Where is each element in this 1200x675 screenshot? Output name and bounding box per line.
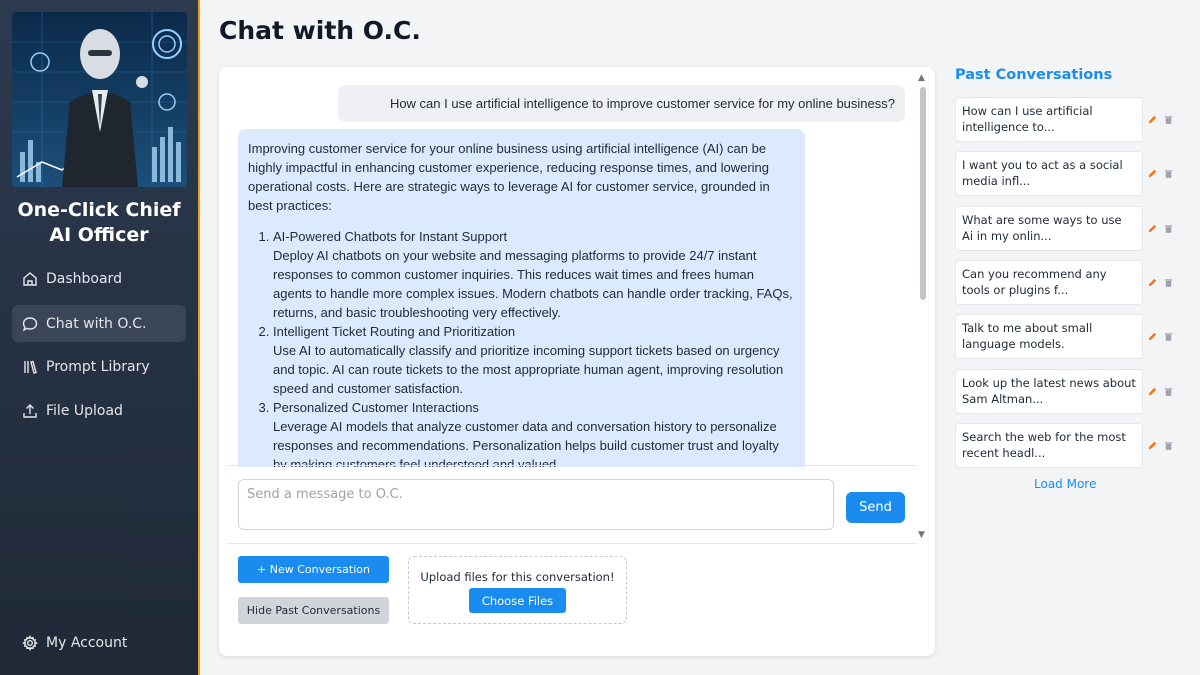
conversation-actions xyxy=(1147,166,1177,180)
my-account-label: My Account xyxy=(46,635,128,651)
past-conversation-item[interactable]: Can you recommend any tools or plugins f… xyxy=(955,260,1143,305)
past-conversation-item[interactable]: Talk to me about small language models. xyxy=(955,314,1143,359)
conversation-actions xyxy=(1147,438,1177,452)
trash-icon[interactable] xyxy=(1163,168,1174,179)
send-button[interactable]: Send xyxy=(846,492,905,523)
divider xyxy=(227,465,917,466)
user-message: How can I use artificial intelligence to… xyxy=(338,85,905,122)
trash-icon[interactable] xyxy=(1163,386,1174,397)
point-title: Personalized Customer Interactions xyxy=(273,400,479,415)
chat-bubble-icon xyxy=(22,316,38,332)
pencil-icon[interactable] xyxy=(1147,277,1158,288)
pencil-icon[interactable] xyxy=(1147,331,1158,342)
scroll-down-arrow-icon[interactable]: ▼ xyxy=(918,530,925,540)
trash-icon[interactable] xyxy=(1163,331,1174,342)
point-body: Leverage AI models that analyze customer… xyxy=(273,419,779,467)
past-conversation-item[interactable]: I want you to act as a social media infl… xyxy=(955,151,1143,196)
assistant-intro: Improving customer service for your onli… xyxy=(248,141,770,213)
choose-files-button[interactable]: Choose Files xyxy=(469,588,566,613)
sidebar: One-Click Chief AI Officer Dashboard Cha… xyxy=(0,0,200,675)
message-input[interactable] xyxy=(238,479,834,530)
pencil-icon[interactable] xyxy=(1147,440,1158,451)
past-conversation-item[interactable]: Look up the latest news about Sam Altman… xyxy=(955,369,1143,414)
brand-line-1: One-Click Chief xyxy=(17,199,181,221)
brand-logo-image xyxy=(12,12,187,187)
home-icon xyxy=(22,271,38,287)
sidebar-item-label: Prompt Library xyxy=(46,358,150,375)
conversation-actions xyxy=(1147,384,1177,398)
past-conversations-title: Past Conversations xyxy=(955,67,1113,83)
hide-past-conversations-button[interactable]: Hide Past Conversations xyxy=(238,597,389,624)
trash-icon[interactable] xyxy=(1163,440,1174,451)
trash-icon[interactable] xyxy=(1163,114,1174,125)
point-title: Intelligent Ticket Routing and Prioritiz… xyxy=(273,324,516,339)
list-item: AI-Powered Chatbots for Instant Support … xyxy=(273,227,795,322)
scroll-up-arrow-icon[interactable]: ▲ xyxy=(918,73,925,83)
sidebar-item-label: Chat with O.C. xyxy=(46,315,147,332)
conversation-actions xyxy=(1147,221,1177,235)
sidebar-item-file-upload[interactable]: File Upload xyxy=(12,392,186,429)
scrollbar-thumb[interactable] xyxy=(920,87,926,300)
load-more-link[interactable]: Load More xyxy=(1034,477,1096,491)
sidebar-item-chat[interactable]: Chat with O.C. xyxy=(12,305,186,342)
list-item: Personalized Customer Interactions Lever… xyxy=(273,398,795,467)
trash-icon[interactable] xyxy=(1163,277,1174,288)
point-body: Deploy AI chatbots on your website and m… xyxy=(273,248,793,320)
trash-icon[interactable] xyxy=(1163,223,1174,234)
sidebar-item-label: Dashboard xyxy=(46,270,122,287)
library-icon xyxy=(22,359,38,375)
point-body: Use AI to automatically classify and pri… xyxy=(273,343,784,396)
chat-panel: How can I use artificial intelligence to… xyxy=(219,67,935,656)
conversation-actions xyxy=(1147,275,1177,289)
page-title: Chat with O.C. xyxy=(219,16,421,45)
past-conversation-item[interactable]: How can I use artificial intelligence to… xyxy=(955,97,1143,142)
brand-line-2: AI Officer xyxy=(49,224,149,246)
upload-prompt-text: Upload files for this conversation! xyxy=(420,570,615,584)
sidebar-item-label: File Upload xyxy=(46,402,123,419)
user-message-text: How can I use artificial intelligence to… xyxy=(389,96,895,111)
pencil-icon[interactable] xyxy=(1147,386,1158,397)
pencil-icon[interactable] xyxy=(1147,168,1158,179)
sidebar-item-dashboard[interactable]: Dashboard xyxy=(12,260,186,297)
past-conversation-item[interactable]: Search the web for the most recent headl… xyxy=(955,423,1143,468)
pencil-icon[interactable] xyxy=(1147,223,1158,234)
assistant-message: Improving customer service for your onli… xyxy=(238,129,805,467)
brand-name: One-Click Chief AI Officer xyxy=(0,198,198,248)
sidebar-item-prompt-library[interactable]: Prompt Library xyxy=(12,348,186,385)
pencil-icon[interactable] xyxy=(1147,114,1158,125)
conversation-actions xyxy=(1147,112,1177,126)
list-item: Intelligent Ticket Routing and Prioritiz… xyxy=(273,322,795,398)
file-drop-zone[interactable]: Upload files for this conversation! Choo… xyxy=(408,556,627,624)
my-account-link[interactable]: My Account xyxy=(12,625,186,661)
new-conversation-button[interactable]: + New Conversation xyxy=(238,556,389,583)
upload-icon xyxy=(22,403,38,419)
divider xyxy=(227,543,917,544)
gear-icon xyxy=(22,635,38,651)
past-conversation-item[interactable]: What are some ways to use Ai in my onlin… xyxy=(955,206,1143,251)
point-title: AI-Powered Chatbots for Instant Support xyxy=(273,229,508,244)
assistant-points: AI-Powered Chatbots for Instant Support … xyxy=(248,227,795,467)
conversation-actions xyxy=(1147,329,1177,343)
message-list[interactable]: How can I use artificial intelligence to… xyxy=(227,75,935,467)
